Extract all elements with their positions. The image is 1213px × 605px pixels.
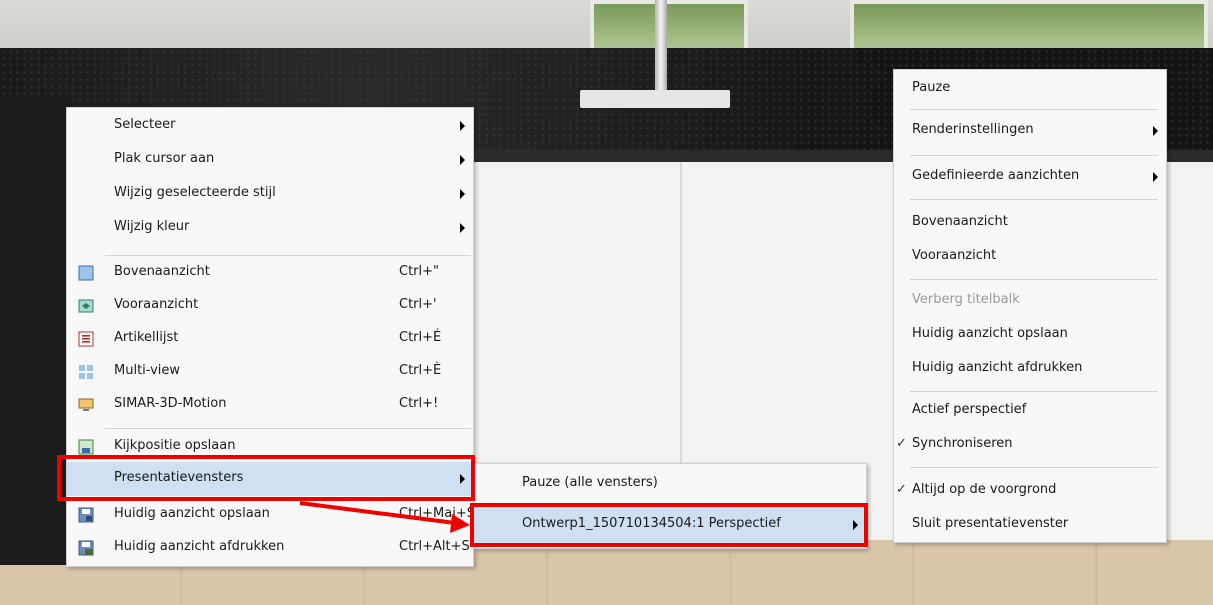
annotation-arrow [299, 501, 470, 533]
